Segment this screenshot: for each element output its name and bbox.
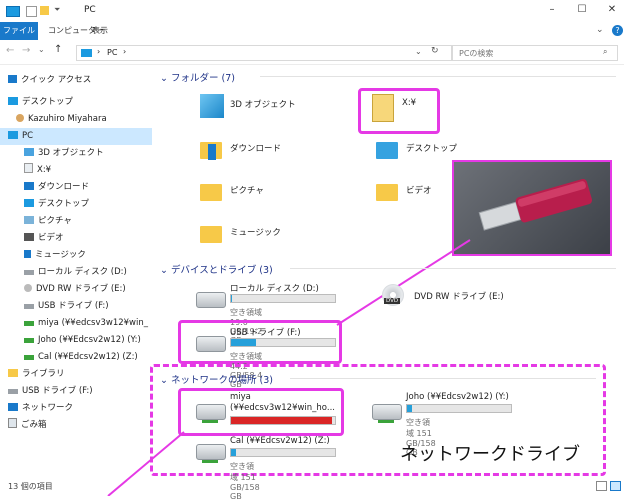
storage-bar xyxy=(230,416,336,425)
chevron-down-icon: ⌄ xyxy=(160,265,168,276)
storage-bar xyxy=(230,338,336,347)
network-cable-icon xyxy=(378,420,394,423)
storage-bar-fill xyxy=(231,449,237,456)
storage-bar-fill xyxy=(231,339,256,346)
chevron-down-icon: ⌄ xyxy=(160,375,168,386)
dvd-label-icon: DVD xyxy=(384,298,401,304)
network-cable-icon xyxy=(202,420,218,423)
storage-bar xyxy=(406,404,512,413)
status-bar: 13 個の項目 xyxy=(0,474,624,496)
network-drive-icon xyxy=(372,404,402,420)
network-cable-icon xyxy=(202,460,218,463)
hard-drive-icon xyxy=(196,292,226,308)
drives-group-header[interactable]: ⌄ デバイスとドライブ (3) xyxy=(160,262,616,276)
details-view-icon[interactable] xyxy=(596,481,607,491)
storage-bar-fill xyxy=(231,417,332,424)
usb-drive-icon xyxy=(196,336,226,352)
storage-bar-fill xyxy=(407,405,413,412)
network-drive-icon xyxy=(196,444,226,460)
storage-bar-fill xyxy=(231,295,233,302)
network-drive-icon xyxy=(196,404,226,420)
storage-bar xyxy=(230,448,336,457)
network-group-header[interactable]: ⌄ ネットワークの場所 (3) xyxy=(160,372,600,386)
item-count: 13 個の項目 xyxy=(8,482,53,491)
large-icons-view-icon[interactable] xyxy=(610,481,621,491)
storage-bar xyxy=(230,294,336,303)
network-drive-annotation: ネットワークドライブ xyxy=(400,444,580,465)
